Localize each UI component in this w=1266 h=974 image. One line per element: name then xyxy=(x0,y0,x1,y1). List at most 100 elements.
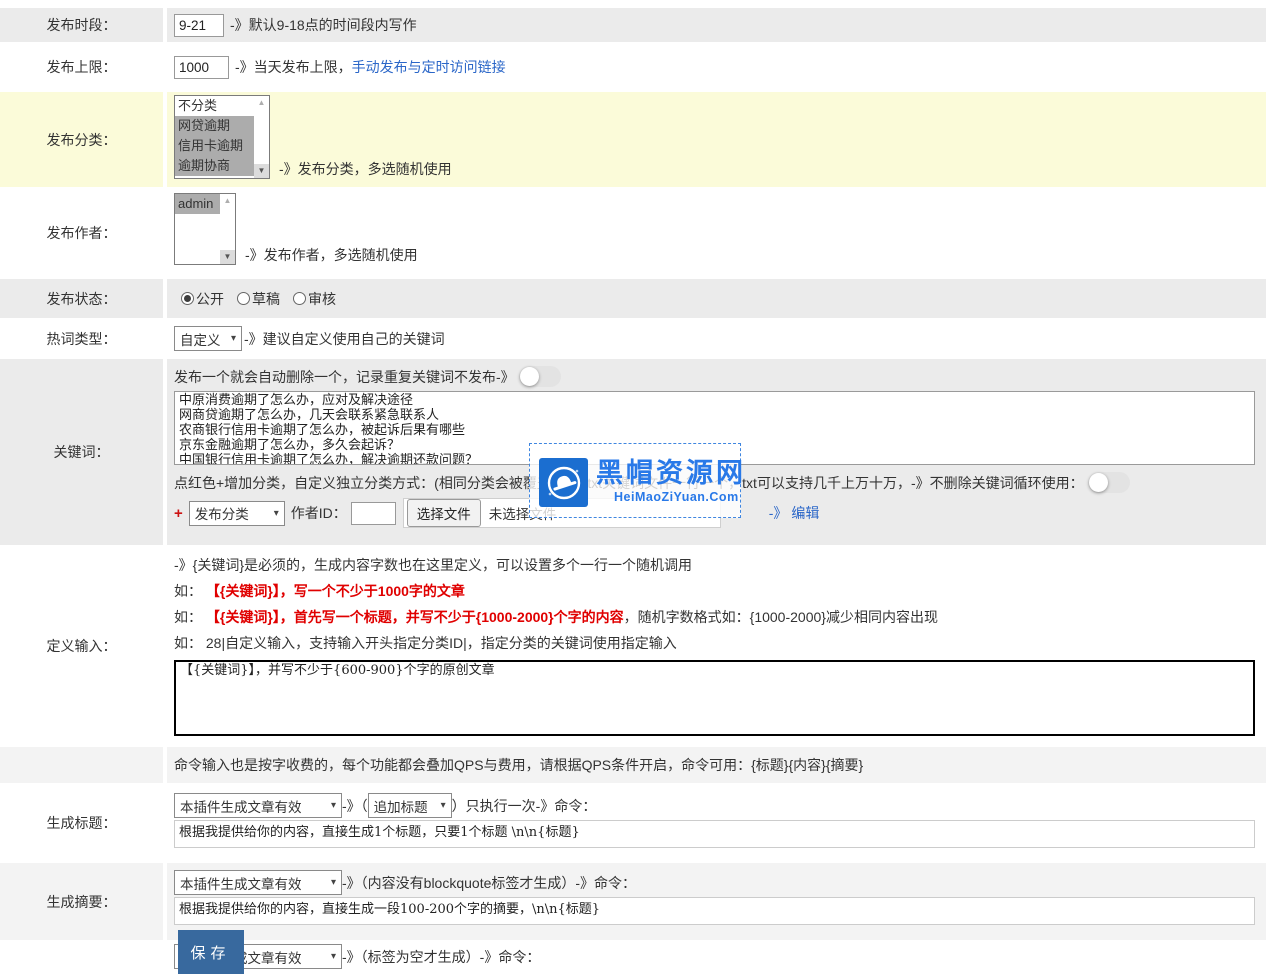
watermark-domain: HeiMaoZiYuan.Com xyxy=(614,490,739,504)
chevron-down-icon: ▾ xyxy=(331,951,336,962)
example-red-text: 【{关键词}】，写一个不少于1000字的文章 xyxy=(206,583,465,599)
publish-time-input[interactable] xyxy=(174,14,224,37)
selected-value: 追加标题 xyxy=(374,796,428,816)
category-option[interactable]: 逾期协商 xyxy=(175,156,254,176)
command-note-text: 命令输入也是按字收费的，每个功能都会叠加QPS与费用，请根据QPS条件开启，命令… xyxy=(174,755,863,775)
radio-selected-icon[interactable] xyxy=(181,292,194,305)
selected-value: 自定义 xyxy=(180,329,221,349)
gen-title-options-line: 本插件生成文章有效 ▾ -》（ 追加标题 ▾ ）只执行一次-》命令： xyxy=(174,793,1266,818)
gen-summary-options-line: 本插件生成文章有效 ▾ -》（内容没有blockquote标签才生成）-》命令： xyxy=(174,870,1266,895)
gen-title-label: 生成标题： xyxy=(0,785,163,861)
keywords-category-select[interactable]: 发布分类 ▾ xyxy=(189,501,285,526)
author-option[interactable]: admin xyxy=(175,194,220,214)
black-hat-icon xyxy=(544,463,584,503)
define-input-label: 定义输入： xyxy=(0,547,163,745)
watermark: 黑帽资源网 HeiMaoZiYuan.Com xyxy=(529,443,741,518)
gen-summary-command-textarea[interactable]: 根据我提供给你的内容，直接生成一段100-200个字的摘要，\n\n{标题} xyxy=(174,897,1255,925)
row-define-input: 定义输入： -》{关键词}是必须的，生成内容字数也在这里定义，可以设置多个一行一… xyxy=(0,547,1266,745)
radio-public[interactable]: 公开 xyxy=(181,289,224,309)
row-gen-summary: 生成摘要： 本插件生成文章有效 ▾ -》（内容没有blockquote标签才生成… xyxy=(0,863,1266,940)
chevron-down-icon: ▾ xyxy=(231,333,236,344)
define-example-1: 如： 【{关键词}】，写一个不少于1000字的文章 xyxy=(174,582,1266,600)
chevron-down-icon: ▾ xyxy=(331,800,336,811)
chevron-down-icon: ▾ xyxy=(331,877,336,888)
publish-author-multiselect[interactable]: admin ▲ ▼ xyxy=(174,193,236,265)
scroll-down-icon[interactable]: ▼ xyxy=(254,164,269,178)
gen-summary-mode-select[interactable]: 本插件生成文章有效 ▾ xyxy=(174,870,342,895)
define-input-textarea[interactable]: 【{关键词}】，并写不少于{600-900}个字的原创文章 xyxy=(174,660,1255,736)
publish-limit-desc: -》当天发布上限， xyxy=(235,57,352,77)
gen-tags-options-line: 本插件生成文章有效 ▾ -》（标签为空才生成）-》命令： xyxy=(174,942,1266,969)
scroll-up-icon[interactable]: ▲ xyxy=(258,96,266,110)
scroll-up-icon[interactable]: ▲ xyxy=(224,194,232,208)
scroll-down-icon[interactable]: ▼ xyxy=(220,250,235,264)
define-intro: -》{关键词}是必须的，生成内容字数也在这里定义，可以设置多个一行一个随机调用 xyxy=(174,556,1266,574)
chevron-down-icon: ▾ xyxy=(441,800,446,811)
publish-author-label: 发布作者： xyxy=(0,189,163,277)
publish-category-desc: -》发布分类，多选随机使用 xyxy=(279,159,452,179)
auto-delete-toggle[interactable] xyxy=(519,366,561,387)
heimao-logo-icon xyxy=(539,458,588,507)
scrollbar[interactable]: ▲ ▼ xyxy=(254,96,269,178)
keywords-label: 关键词： xyxy=(0,359,163,545)
top-spacer xyxy=(0,0,1266,8)
manual-publish-link[interactable]: 手动发布与定时访问链接 xyxy=(352,57,506,77)
row-hotword-type: 热词类型： 自定义 ▾ -》建议自定义使用自己的关键词 xyxy=(0,320,1266,357)
publish-status-label: 发布状态： xyxy=(0,279,163,318)
scrollbar[interactable]: ▲ ▼ xyxy=(220,194,235,264)
hotword-type-desc: -》建议自定义使用自己的关键词 xyxy=(244,329,445,349)
example-prefix: 如： xyxy=(174,635,202,651)
gen-tags-label-spacer xyxy=(0,942,163,960)
plugin-settings-page: { "rows": { "publish_time": {"label":"发布… xyxy=(0,0,1266,960)
publish-time-desc: -》默认9-18点的时间段内写作 xyxy=(230,15,417,35)
category-option[interactable]: 不分类 xyxy=(175,96,254,116)
choose-file-button[interactable]: 选择文件 xyxy=(407,499,481,527)
gen-title-command-textarea[interactable]: 根据我提供给你的内容，直接生成1个标题，只要1个标题 \n\n{标题} xyxy=(174,820,1255,848)
row-publish-category: 发布分类： 不分类 网贷逾期 信用卡逾期 逾期协商 ▲ ▼ -》发布分类，多选随… xyxy=(0,92,1266,187)
keep-keywords-toggle[interactable] xyxy=(1088,472,1130,493)
publish-limit-label: 发布上限： xyxy=(0,44,163,90)
radio-label: 草稿 xyxy=(252,289,280,309)
command-note-label-spacer xyxy=(0,747,163,783)
define-example-2: 如： 【{关键词}】，首先写一个标题，并写不少于{1000-2000}个字的内容… xyxy=(174,608,1266,626)
category-option[interactable]: 网贷逾期 xyxy=(175,116,254,136)
gen-title-mode-select[interactable]: 本插件生成文章有效 ▾ xyxy=(174,793,342,818)
author-id-input[interactable] xyxy=(351,502,396,525)
radio-label: 审核 xyxy=(308,289,336,309)
define-example-3: 如： 28|自定义输入，支持输入开头指定分类ID|，指定分类的关键词使用指定输入 xyxy=(174,634,1266,652)
selected-value: 本插件生成文章有效 xyxy=(180,873,302,893)
gen-tags-after-text: -》（标签为空才生成）-》命令： xyxy=(342,947,540,967)
row-gen-title: 生成标题： 本插件生成文章有效 ▾ -》（ 追加标题 ▾ ）只执行一次-》命令：… xyxy=(0,785,1266,861)
publish-limit-input[interactable] xyxy=(174,56,229,79)
example-prefix: 如： xyxy=(174,609,202,625)
radio-label: 公开 xyxy=(196,289,224,309)
gen-title-arrow-text: -》（ xyxy=(342,796,368,816)
publish-author-desc: -》发布作者，多选随机使用 xyxy=(245,245,418,265)
save-button[interactable]: 保存 xyxy=(178,930,244,974)
hotword-type-select[interactable]: 自定义 ▾ xyxy=(174,326,242,351)
selected-value: 发布分类 xyxy=(195,503,249,523)
gen-summary-after-text: -》（内容没有blockquote标签才生成）-》命令： xyxy=(342,873,636,893)
row-publish-author: 发布作者： admin ▲ ▼ -》发布作者，多选随机使用 xyxy=(0,189,1266,277)
radio-icon[interactable] xyxy=(237,292,250,305)
publish-category-label: 发布分类： xyxy=(0,92,163,187)
row-publish-time: 发布时段： -》默认9-18点的时间段内写作 xyxy=(0,8,1266,42)
gen-summary-label: 生成摘要： xyxy=(0,863,163,940)
category-option[interactable]: 信用卡逾期 xyxy=(175,136,254,156)
radio-icon[interactable] xyxy=(293,292,306,305)
watermark-title: 黑帽资源网 xyxy=(596,451,746,490)
auto-delete-toggle-line: 发布一个就会自动删除一个，记录重复关键词不发布-》 xyxy=(174,366,1266,387)
radio-draft[interactable]: 草稿 xyxy=(237,289,280,309)
example-prefix: 如： xyxy=(174,583,202,599)
radio-review[interactable]: 审核 xyxy=(293,289,336,309)
publish-category-multiselect[interactable]: 不分类 网贷逾期 信用卡逾期 逾期协商 ▲ ▼ xyxy=(174,95,270,179)
edit-link[interactable]: -》 编辑 xyxy=(769,503,820,523)
row-command-note: 命令输入也是按字收费的，每个功能都会叠加QPS与费用，请根据QPS条件开启，命令… xyxy=(0,747,1266,783)
hotword-type-label: 热词类型： xyxy=(0,320,163,357)
row-publish-limit: 发布上限： -》当天发布上限， 手动发布与定时访问链接 xyxy=(0,44,1266,90)
example-text: 28|自定义输入，支持输入开头指定分类ID|，指定分类的关键词使用指定输入 xyxy=(206,635,677,651)
gen-title-after-text: ）只执行一次-》命令： xyxy=(452,796,597,816)
gen-title-append-select[interactable]: 追加标题 ▾ xyxy=(368,793,452,818)
add-category-button[interactable]: + xyxy=(174,505,183,522)
example-rest-text: ，随机字数格式如：{1000-2000}减少相同内容出现 xyxy=(624,609,938,625)
